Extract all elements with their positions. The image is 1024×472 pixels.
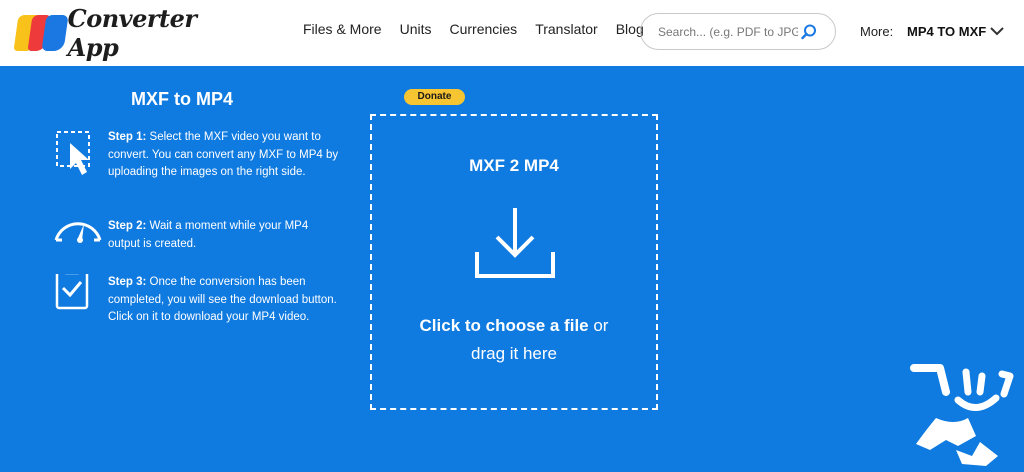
logo-text: Converter App [67, 4, 197, 62]
header: Converter App Files & More Units Currenc… [0, 0, 1024, 66]
file-dropzone[interactable]: MXF 2 MP4 Click to choose a file or drag… [370, 114, 658, 410]
nav-units[interactable]: Units [400, 21, 432, 37]
step-1: Step 1: Select the MXF video you want to… [52, 129, 340, 182]
nav-translator[interactable]: Translator [535, 21, 598, 37]
nav-currencies[interactable]: Currencies [449, 21, 517, 37]
page-title: MXF to MP4 [131, 89, 233, 109]
mascot-icon [910, 364, 1014, 466]
clipboard-check-icon [55, 274, 89, 310]
step-label: Step 1: [108, 131, 147, 143]
search-input[interactable] [658, 24, 798, 39]
main-nav: Files & More Units Currencies Translator… [303, 21, 662, 37]
or-text: or [588, 316, 609, 335]
choose-file-link[interactable]: Click to choose a file [420, 316, 589, 335]
nav-files-more[interactable]: Files & More [303, 21, 382, 37]
cursor-select-icon [56, 131, 90, 175]
step-label: Step 2: [108, 220, 147, 232]
donate-button[interactable]: Donate [404, 89, 465, 105]
more-dropdown[interactable]: MP4 TO MXF [907, 24, 986, 39]
logo[interactable]: Converter App [13, 4, 226, 62]
drag-text: drag it here [471, 344, 557, 363]
step-3: Step 3: Once the conversion has been com… [52, 274, 340, 327]
speedometer-icon [54, 222, 102, 243]
more-label: More: [860, 24, 894, 39]
step-2: Step 2: Wait a moment while your MP4 out… [52, 218, 340, 270]
step-label: Step 3: [108, 276, 147, 288]
logo-mark-icon [13, 13, 69, 53]
search-box [640, 13, 836, 50]
download-icon [475, 208, 555, 278]
search-icon[interactable] [801, 24, 817, 40]
dropzone-title: MXF 2 MP4 [469, 156, 559, 175]
chevron-down-icon[interactable] [990, 26, 1004, 36]
